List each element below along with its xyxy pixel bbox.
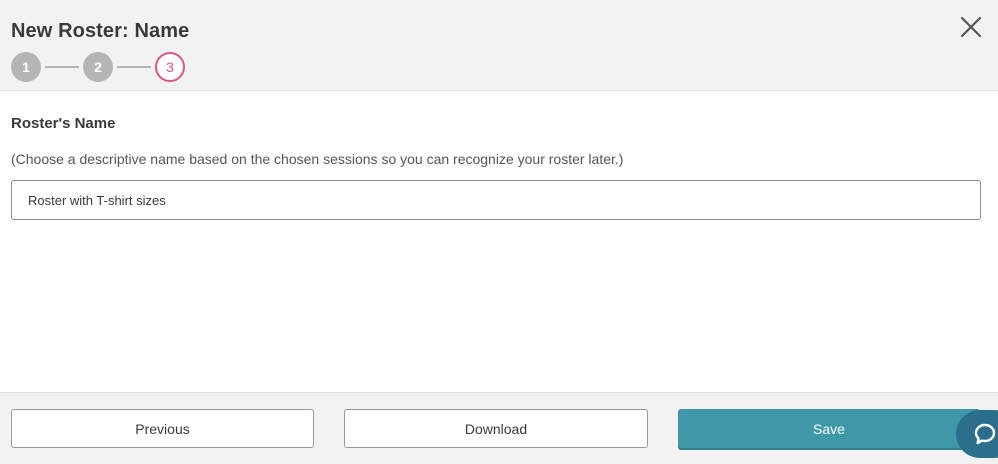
modal-header: New Roster: Name 1 2 3 <box>0 0 998 91</box>
previous-button[interactable]: Previous <box>11 409 314 448</box>
page-title: New Roster: Name <box>11 20 190 42</box>
step-indicator: 1 2 3 <box>11 52 185 82</box>
chat-button[interactable] <box>956 410 998 458</box>
step-1: 1 <box>11 52 41 82</box>
close-icon <box>960 16 982 38</box>
modal-footer: Previous Download Save <box>0 392 998 464</box>
modal-body: Roster's Name (Choose a descriptive name… <box>0 91 998 392</box>
new-roster-modal: New Roster: Name 1 2 3 Roster's Name (Ch… <box>0 0 998 464</box>
save-button[interactable]: Save <box>678 409 980 448</box>
step-connector <box>45 66 79 68</box>
step-3: 3 <box>155 52 185 82</box>
roster-name-input[interactable] <box>11 180 981 220</box>
chat-icon <box>974 423 996 445</box>
step-connector <box>117 66 151 68</box>
roster-name-help: (Choose a descriptive name based on the … <box>11 151 624 167</box>
download-button[interactable]: Download <box>344 409 648 448</box>
step-2: 2 <box>83 52 113 82</box>
close-button[interactable] <box>956 12 986 42</box>
roster-name-label: Roster's Name <box>11 115 116 132</box>
